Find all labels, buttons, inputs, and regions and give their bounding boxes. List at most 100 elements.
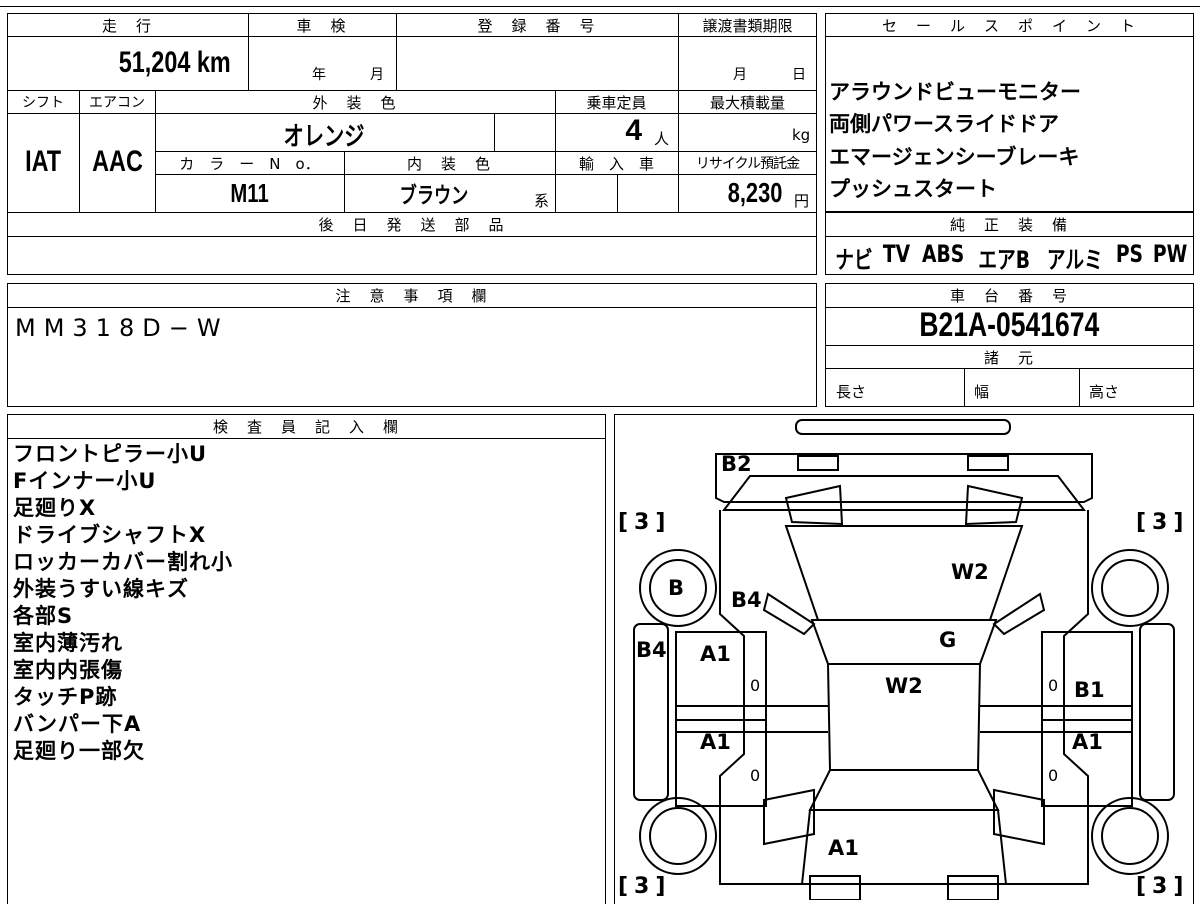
chassis-title: 車 台 番 号 — [949, 287, 1069, 305]
chassis-number: B21A-0541674 — [919, 306, 1100, 344]
damage-mark: W2 — [951, 560, 989, 584]
sales-point-item: アラウンドビューモニター — [829, 80, 1081, 104]
inspector-line: ロッカーカバー割れ小 — [13, 550, 233, 574]
mileage-value: 51,204 km — [118, 46, 231, 79]
row-line — [155, 174, 817, 175]
mirror-left — [762, 592, 816, 636]
rear-bumper-right — [947, 875, 999, 900]
inspection-label: 車 検 — [296, 17, 348, 35]
mileage-label: 走 行 — [101, 17, 153, 35]
col-line — [617, 174, 618, 212]
color-no-value: M11 — [230, 178, 269, 208]
zero-mark: 0 — [1048, 766, 1059, 785]
shift-value: IAT — [25, 145, 61, 178]
mirror-right — [992, 592, 1046, 636]
sill-right — [1139, 623, 1175, 801]
max-load-label: 最大積載量 — [709, 94, 785, 112]
transfer-deadline-label: 譲渡書類期限 — [702, 17, 793, 35]
sales-point-item: エマージェンシーブレーキ — [829, 145, 1080, 169]
bracket-mark: [3] — [1136, 874, 1190, 899]
aircon-value: AAC — [91, 145, 143, 178]
row-line — [825, 36, 1194, 37]
spec-length: 長さ — [836, 383, 867, 401]
wheel-rl — [639, 797, 717, 875]
col-line — [964, 368, 965, 407]
inspector-lines: フロントピラー小U Fインナー小U 足廻りX ドライブシャフトX ロッカーカバー… — [13, 441, 233, 765]
damage-mark: B4 — [636, 638, 667, 662]
inspector-line: ドライブシャフトX — [13, 523, 207, 547]
deadline-month-unit: 月 — [733, 67, 747, 83]
row-line — [7, 212, 817, 213]
front-grille — [721, 475, 1087, 511]
registration-label: 登 録 番 号 — [477, 17, 597, 35]
damage-mark: W2 — [885, 674, 923, 698]
row-line — [825, 368, 1194, 369]
bracket-mark: [3] — [1136, 510, 1190, 535]
equipment-item: ナビ — [835, 246, 873, 274]
recycle-label: リサイクル預託金 — [695, 156, 800, 172]
exterior-color-label: 外 装 色 — [312, 94, 398, 112]
col-line — [494, 113, 495, 151]
sales-point-item: 両側パワースライドドア — [829, 112, 1059, 136]
capacity-label: 乗車定員 — [586, 94, 647, 112]
inspector-line: フロントピラー小U — [13, 442, 208, 466]
equipment-item: PW — [1152, 240, 1188, 268]
import-label: 輸 入 車 — [578, 155, 654, 173]
roof-front — [810, 619, 998, 665]
recycle-value: 8,230 — [727, 177, 783, 208]
damage-mark: A1 — [828, 836, 859, 860]
equipment-item: PS — [1115, 240, 1143, 268]
front-bumper-top — [795, 419, 1011, 435]
specs-title: 諸 元 — [983, 349, 1035, 367]
row-line — [7, 90, 817, 91]
zero-mark: 0 — [750, 676, 761, 695]
damage-mark: B1 — [1074, 678, 1105, 702]
equipment-item: アルミ — [1046, 246, 1103, 274]
bracket-mark: [3] — [618, 510, 672, 535]
zero-mark: 0 — [1048, 676, 1059, 695]
interior-color-label: 内 装 色 — [406, 155, 492, 173]
damage-mark: B2 — [721, 452, 752, 476]
headlight-left — [797, 455, 839, 471]
equipment-title: 純 正 装 備 — [949, 216, 1069, 234]
rear-window — [808, 769, 1000, 811]
rear-lamp-right — [993, 788, 1045, 846]
front-bumper — [715, 453, 1093, 503]
equipment-list: ナビ TV ABS エアB アルミ PS PW — [830, 240, 1192, 275]
col-line — [1079, 368, 1080, 407]
damage-mark: A1 — [1072, 730, 1103, 754]
spec-width: 幅 — [974, 383, 990, 401]
capacity-unit: 人 — [654, 130, 670, 148]
right-lamp — [964, 484, 1024, 526]
inspector-line: タッチP跡 — [13, 685, 118, 709]
row-line — [7, 438, 606, 439]
damage-mark: A1 — [700, 730, 731, 754]
inspector-line: 足廻り一部欠 — [13, 739, 145, 763]
yen-unit: 円 — [794, 192, 810, 210]
left-lamp — [784, 484, 844, 526]
wheel-rr — [1091, 797, 1169, 875]
damage-mark: A1 — [700, 642, 731, 666]
damage-mark: G — [939, 628, 957, 652]
row-line — [7, 307, 817, 308]
row-line — [825, 236, 1194, 237]
bracket-mark: [3] — [618, 874, 672, 899]
inspector-line: 外装うすい線キズ — [13, 577, 189, 601]
row-line — [7, 36, 817, 37]
headlight-right — [967, 455, 1009, 471]
rear-bumper-left — [809, 875, 861, 900]
shift-label: シフト — [22, 95, 64, 111]
damage-mark: B — [668, 576, 685, 600]
notes-title: 注 意 事 項 欄 — [335, 287, 489, 305]
spec-height: 高さ — [1089, 383, 1120, 401]
row-line — [825, 345, 1194, 346]
inspector-line: 室内薄汚れ — [13, 631, 123, 655]
color-no-label: カ ラ ー N o． — [179, 155, 320, 173]
load-unit: kg — [792, 126, 811, 144]
notes-text: MM318D−W — [15, 314, 229, 342]
rear-lamp-left — [763, 788, 815, 846]
capacity-value: 4 — [625, 114, 642, 147]
inspector-line: 足廻りX — [13, 496, 97, 520]
top-strip-line — [0, 6, 1200, 7]
row-line — [7, 236, 817, 237]
